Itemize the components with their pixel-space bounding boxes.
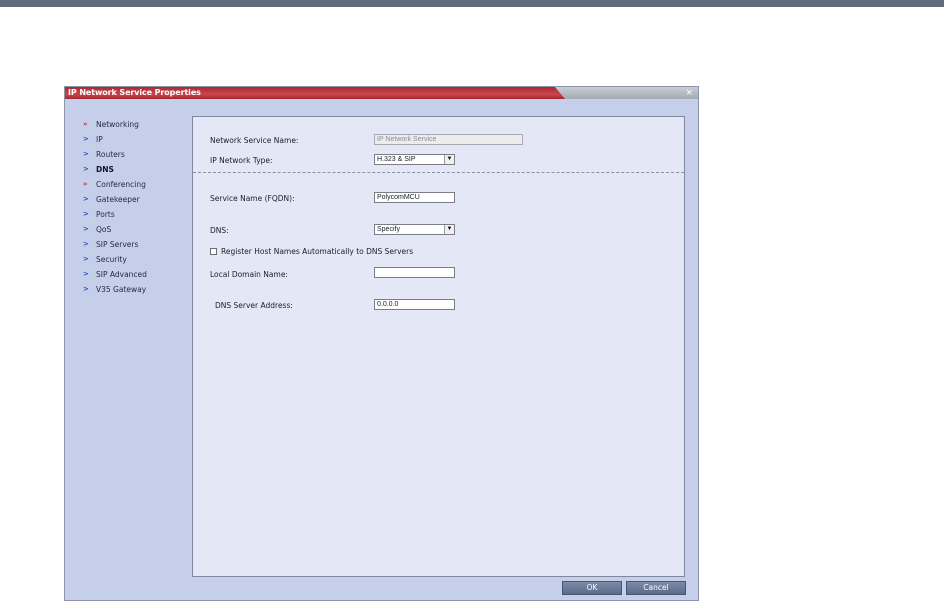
chevron-right-icon: > xyxy=(83,150,89,158)
register-host-names-label: Register Host Names Automatically to DNS… xyxy=(221,247,414,256)
ip-network-type-select[interactable]: H.323 & SIP ▼ xyxy=(374,154,455,165)
side-nav: » Networking > IP > Routers > DNS » Conf… xyxy=(65,117,190,297)
dns-settings-panel: Network Service Name: IP Network Service… xyxy=(192,116,685,577)
nav-item-label: V35 Gateway xyxy=(96,285,147,294)
chevron-right-icon: > xyxy=(83,225,89,233)
register-host-names-checkbox[interactable] xyxy=(210,248,217,255)
local-domain-name-input[interactable] xyxy=(374,267,455,278)
local-domain-name-label: Local Domain Name: xyxy=(210,270,288,279)
nav-item-dns[interactable]: > DNS xyxy=(65,162,190,177)
dns-select[interactable]: Specify ▼ xyxy=(374,224,455,235)
service-name-fqdn-input[interactable]: PolycomMCU xyxy=(374,192,455,203)
chevron-right-icon: > xyxy=(83,165,89,173)
nav-item-networking[interactable]: » Networking xyxy=(65,117,190,132)
nav-item-label: IP xyxy=(96,135,103,144)
chevron-right-icon: > xyxy=(83,285,89,293)
nav-item-label: SIP Servers xyxy=(96,240,139,249)
cancel-button[interactable]: Cancel xyxy=(626,581,686,595)
dns-server-address-label: DNS Server Address: xyxy=(215,301,293,310)
nav-item-label: SIP Advanced xyxy=(96,270,147,279)
close-icon[interactable]: × xyxy=(685,88,693,98)
dns-server-address-input[interactable]: 0.0.0.0 xyxy=(374,299,455,310)
nav-item-label: Security xyxy=(96,255,127,264)
dropdown-arrow-icon[interactable]: ▼ xyxy=(444,155,454,164)
nav-item-label: Networking xyxy=(96,120,139,129)
dialog-title: IP Network Service Properties xyxy=(68,88,201,97)
nav-item-ports[interactable]: > Ports xyxy=(65,207,190,222)
service-name-fqdn-label: Service Name (FQDN): xyxy=(210,194,295,203)
ip-network-type-label: IP Network Type: xyxy=(210,156,273,165)
double-chevron-icon: » xyxy=(83,180,88,188)
nav-item-security[interactable]: > Security xyxy=(65,252,190,267)
nav-item-label: Gatekeeper xyxy=(96,195,140,204)
dns-value: Specify xyxy=(377,226,400,233)
nav-item-label: QoS xyxy=(96,225,112,234)
chevron-right-icon: > xyxy=(83,270,89,278)
dialog-titlebar[interactable]: IP Network Service Properties × xyxy=(65,87,698,99)
network-service-name-label: Network Service Name: xyxy=(210,136,299,145)
nav-item-label: Conferencing xyxy=(96,180,146,189)
ip-network-service-properties-dialog: IP Network Service Properties × » Networ… xyxy=(64,86,699,601)
ok-button[interactable]: OK xyxy=(562,581,622,595)
nav-item-sip-advanced[interactable]: > SIP Advanced xyxy=(65,267,190,282)
ip-network-type-value: H.323 & SIP xyxy=(377,156,416,163)
titlebar-right-segment xyxy=(568,87,698,99)
nav-item-label: DNS xyxy=(96,165,114,174)
network-service-name-field: IP Network Service xyxy=(374,134,523,145)
nav-item-ip[interactable]: > IP xyxy=(65,132,190,147)
chevron-right-icon: > xyxy=(83,240,89,248)
dns-label: DNS: xyxy=(210,226,229,235)
nav-item-gatekeeper[interactable]: > Gatekeeper xyxy=(65,192,190,207)
top-banner xyxy=(0,0,944,7)
chevron-right-icon: > xyxy=(83,210,89,218)
nav-item-conferencing[interactable]: » Conferencing xyxy=(65,177,190,192)
dropdown-arrow-icon[interactable]: ▼ xyxy=(444,225,454,234)
nav-item-routers[interactable]: > Routers xyxy=(65,147,190,162)
nav-item-qos[interactable]: > QoS xyxy=(65,222,190,237)
chevron-right-icon: > xyxy=(83,255,89,263)
nav-item-sip-servers[interactable]: > SIP Servers xyxy=(65,237,190,252)
chevron-right-icon: > xyxy=(83,135,89,143)
nav-item-label: Routers xyxy=(96,150,125,159)
section-divider xyxy=(193,172,684,173)
double-chevron-icon: » xyxy=(83,120,88,128)
nav-item-label: Ports xyxy=(96,210,115,219)
nav-item-v35-gateway[interactable]: > V35 Gateway xyxy=(65,282,190,297)
chevron-right-icon: > xyxy=(83,195,89,203)
